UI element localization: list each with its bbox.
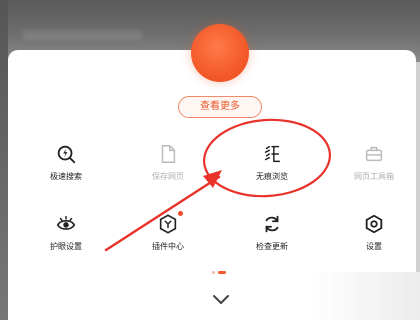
page-dot-active	[218, 271, 226, 274]
chevron-down-icon[interactable]	[210, 293, 232, 307]
incognito-icon	[264, 145, 281, 163]
tool-eye-care[interactable]: 护眼设置	[26, 213, 106, 252]
lightning-search-icon	[57, 145, 76, 164]
browser-logo	[191, 24, 249, 82]
new-badge-dot	[178, 211, 183, 216]
tool-label: 护眼设置	[50, 242, 82, 251]
document-icon	[161, 145, 176, 163]
browser-left-edge	[0, 0, 8, 320]
tool-label: 无痕浏览	[256, 172, 288, 181]
refresh-icon	[265, 215, 279, 233]
tool-label: 保存网页	[152, 172, 184, 181]
tool-check-update[interactable]: 检查更新	[232, 213, 312, 252]
tool-web-toolbox[interactable]: 网页工具箱	[334, 143, 414, 182]
blurred-title	[22, 30, 142, 40]
tool-label: 极速搜索	[50, 172, 82, 181]
tool-label: 网页工具箱	[354, 172, 394, 181]
page-dot	[212, 271, 215, 274]
bottom-fade	[310, 272, 420, 320]
toolbox-icon	[365, 146, 383, 162]
tool-save-page[interactable]: 保存网页	[128, 143, 208, 182]
eye-care-icon	[56, 215, 76, 230]
tool-incognito[interactable]: 无痕浏览	[232, 143, 312, 182]
tool-fast-search[interactable]: 极速搜索	[26, 143, 106, 182]
tool-label: 插件中心	[152, 242, 184, 251]
settings-hex-icon	[365, 214, 383, 234]
view-more-button[interactable]: 查看更多	[178, 96, 262, 118]
plugin-icon	[159, 214, 177, 234]
tool-plugin-center[interactable]: 插件中心	[128, 213, 208, 252]
page-indicator	[212, 271, 230, 274]
tool-settings[interactable]: 设置	[334, 213, 414, 252]
tool-label: 检查更新	[256, 242, 288, 251]
tool-label: 设置	[366, 242, 382, 251]
